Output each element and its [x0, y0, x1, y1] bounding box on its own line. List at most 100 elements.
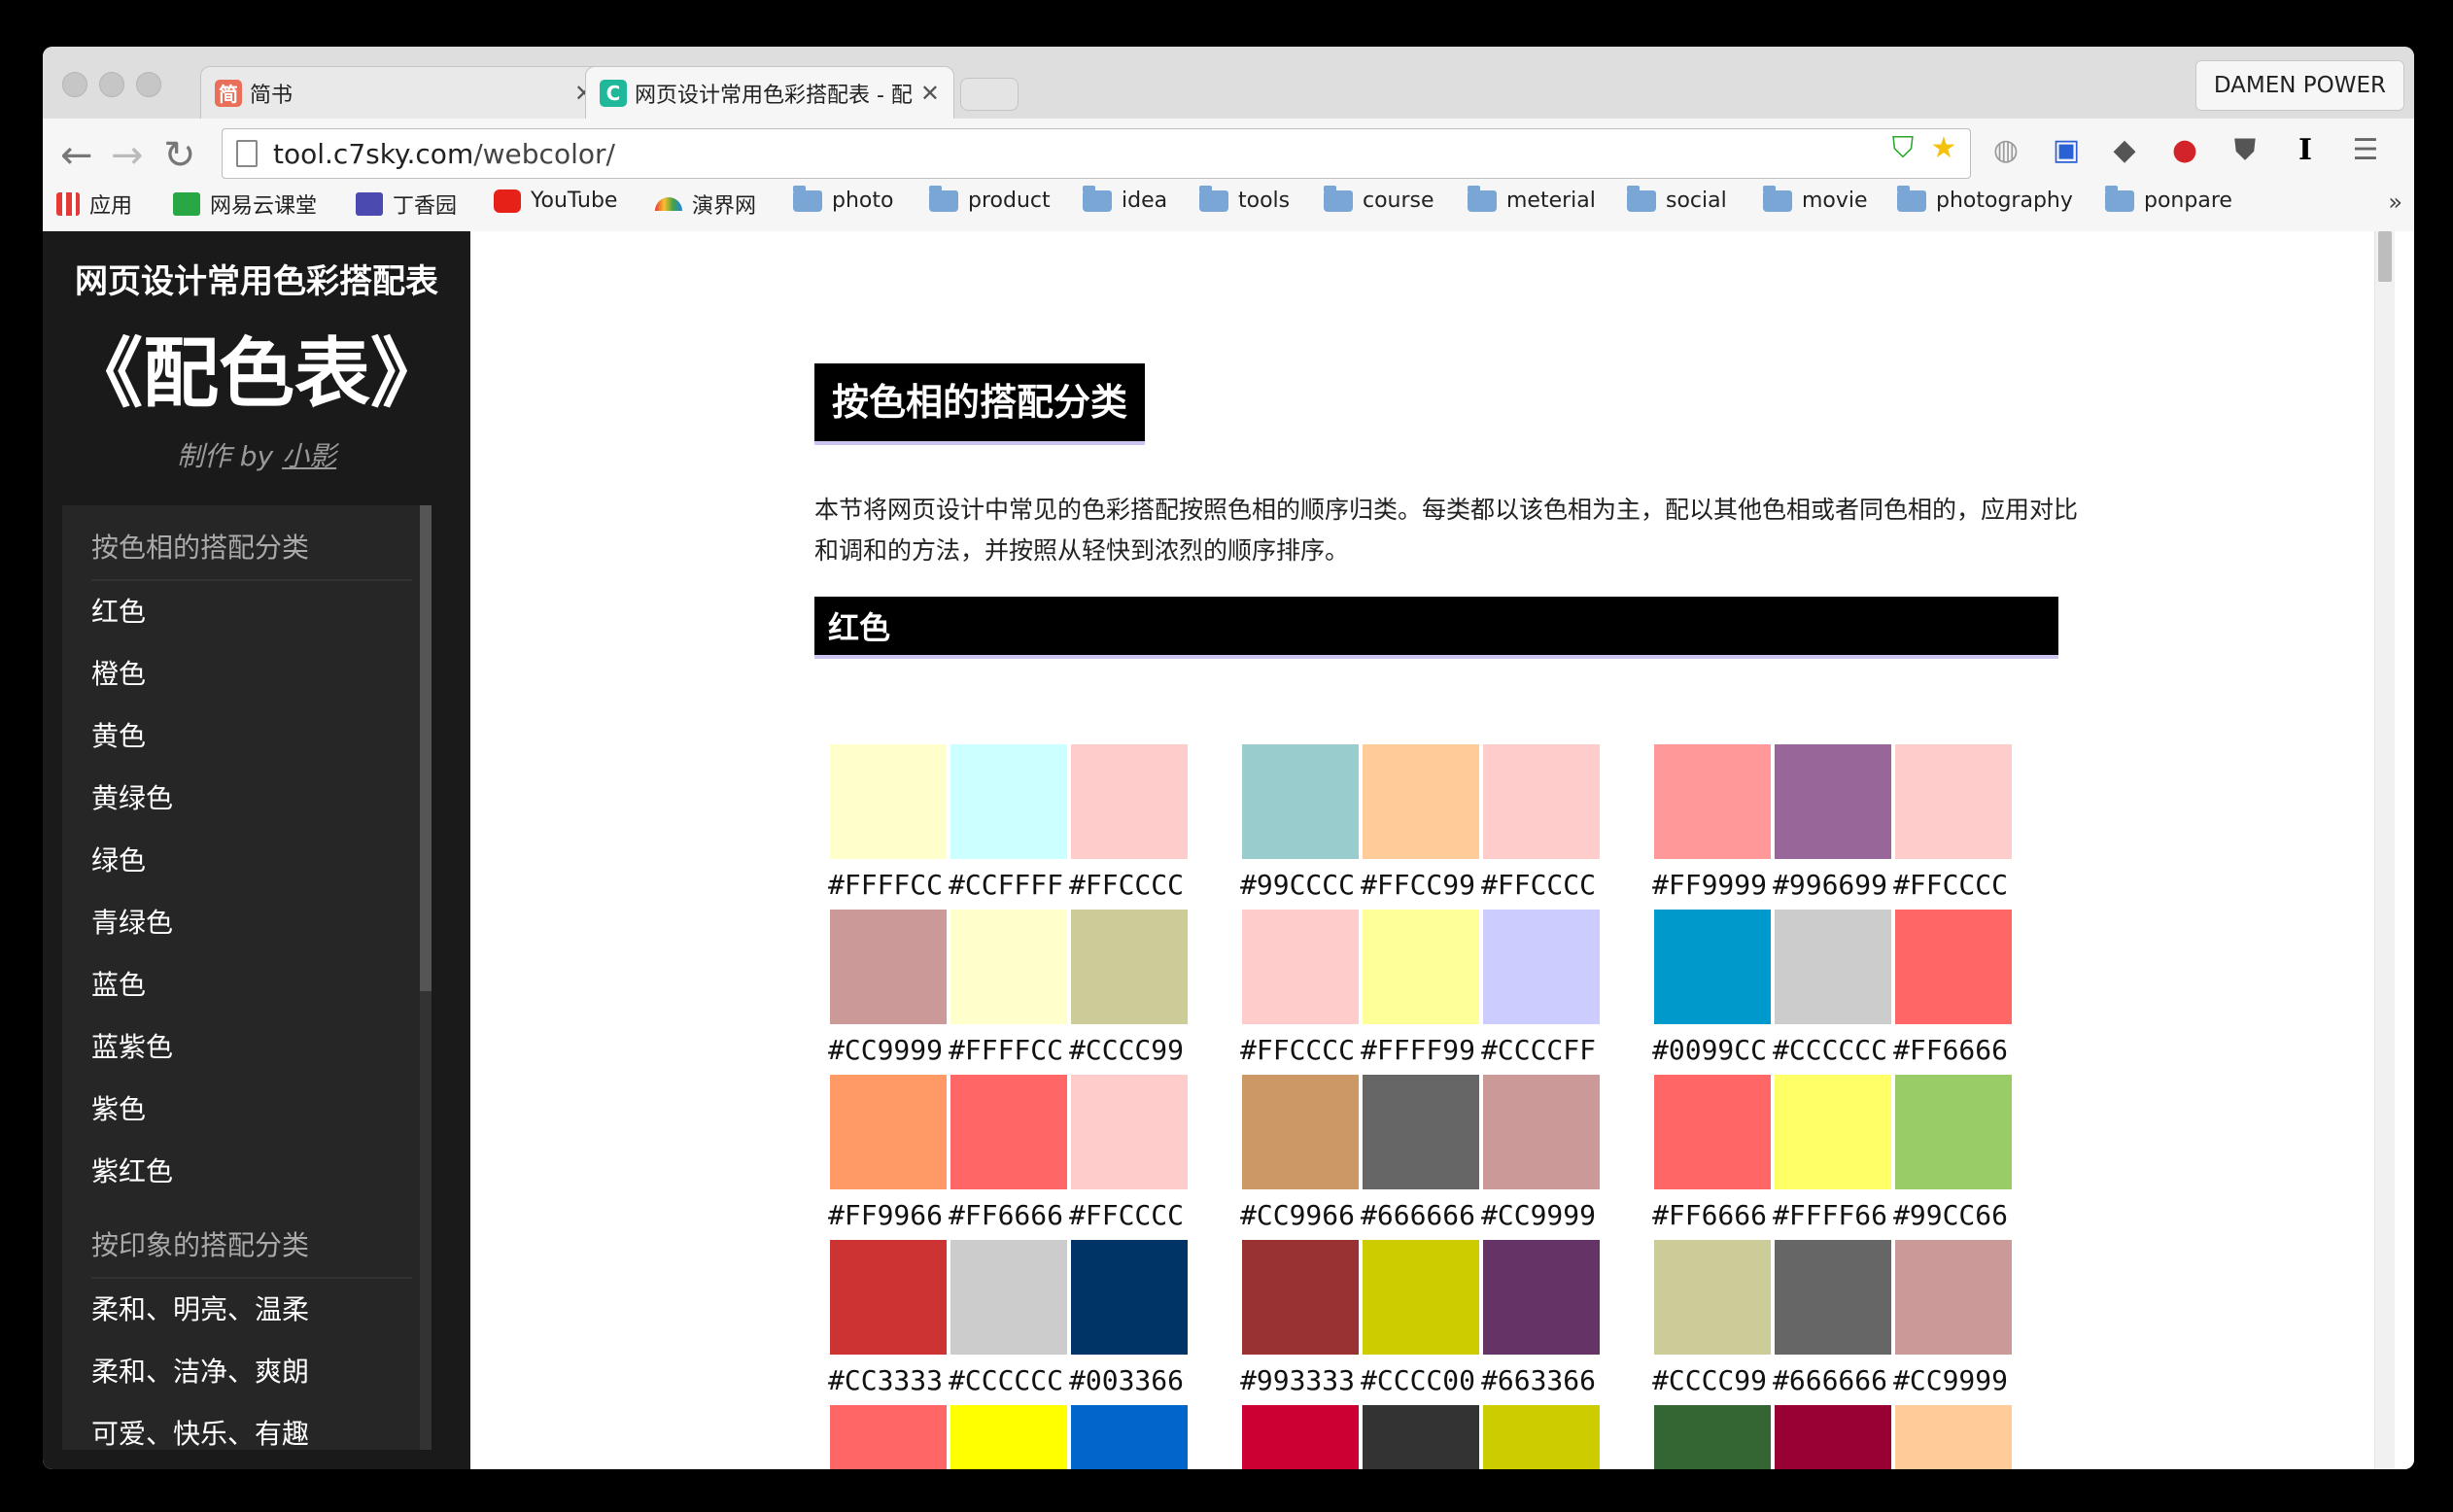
- new-tab-button[interactable]: [960, 78, 1019, 111]
- color-swatch[interactable]: [1654, 1405, 1771, 1469]
- color-swatch[interactable]: [950, 744, 1067, 859]
- color-swatch[interactable]: [1071, 1405, 1188, 1469]
- color-swatch[interactable]: [1242, 910, 1359, 1024]
- color-swatch[interactable]: [1483, 1405, 1600, 1469]
- close-tab-icon[interactable]: ✕: [920, 80, 940, 107]
- menu-item[interactable]: 青绿色: [91, 902, 173, 941]
- bookmark-meterial[interactable]: meterial: [1468, 185, 1596, 213]
- color-swatch[interactable]: [950, 1075, 1067, 1189]
- color-swatch[interactable]: [1895, 1240, 2012, 1355]
- menu-item[interactable]: 红色: [91, 591, 146, 630]
- pocket-icon[interactable]: ⛊: [2226, 130, 2264, 169]
- color-swatch[interactable]: [1483, 910, 1600, 1024]
- menu-item[interactable]: 橙色: [91, 653, 146, 692]
- color-swatch[interactable]: [950, 1240, 1067, 1355]
- color-swatch[interactable]: [1483, 1075, 1600, 1189]
- color-swatch[interactable]: [1363, 1240, 1479, 1355]
- bookmark-product[interactable]: product: [929, 185, 1051, 213]
- color-swatch[interactable]: [1242, 1240, 1359, 1355]
- minimize-window-button[interactable]: [99, 72, 124, 97]
- instapaper-icon[interactable]: I: [2286, 130, 2325, 169]
- bookmark-idea[interactable]: idea: [1083, 185, 1167, 213]
- color-swatch[interactable]: [1654, 1075, 1771, 1189]
- more-bookmarks-icon[interactable]: »: [2388, 189, 2402, 216]
- zoom-window-button[interactable]: [136, 72, 161, 97]
- color-swatch[interactable]: [1363, 910, 1479, 1024]
- menu-item[interactable]: 紫色: [91, 1088, 146, 1127]
- address-bar[interactable]: tool.c7sky.com/webcolor/: [222, 128, 1971, 179]
- color-swatch[interactable]: [1483, 744, 1600, 859]
- color-swatch[interactable]: [1895, 1075, 2012, 1189]
- bookmark-apps[interactable]: 应用: [56, 189, 132, 220]
- menu-icon[interactable]: ☰: [2346, 130, 2385, 169]
- color-swatch[interactable]: [1775, 1405, 1891, 1469]
- profile-button[interactable]: DAMEN POWER: [2194, 60, 2404, 111]
- bookmark-dxy[interactable]: 丁香园: [356, 189, 457, 220]
- tab-webcolor[interactable]: C 网页设计常用色彩搭配表 - 配 ✕: [585, 66, 954, 119]
- color-swatch[interactable]: [1071, 910, 1188, 1024]
- color-swatch[interactable]: [950, 910, 1067, 1024]
- page-scroll-thumb[interactable]: [2378, 231, 2392, 282]
- bookmark-star-icon[interactable]: ★: [1924, 128, 1963, 167]
- color-swatch[interactable]: [1242, 744, 1359, 859]
- bookmark-social[interactable]: social: [1627, 185, 1727, 213]
- color-swatch[interactable]: [1363, 744, 1479, 859]
- evernote-icon[interactable]: ◆: [2105, 130, 2144, 169]
- menu-scroll-thumb[interactable]: [420, 505, 432, 991]
- menu-item[interactable]: 柔和、洁净、爽朗: [91, 1351, 309, 1390]
- author-link[interactable]: 小影: [282, 440, 336, 472]
- color-swatch[interactable]: [1775, 1240, 1891, 1355]
- menu-item[interactable]: 可爱、快乐、有趣: [91, 1413, 309, 1450]
- bookmark-photo[interactable]: photo: [793, 185, 893, 213]
- menu-item[interactable]: 绿色: [91, 840, 146, 878]
- bookmark-netease[interactable]: 网易云课堂: [173, 189, 317, 220]
- color-swatch[interactable]: [830, 910, 947, 1024]
- color-swatch[interactable]: [1242, 1405, 1359, 1469]
- shield-extension-icon[interactable]: ⛉: [1883, 128, 1922, 167]
- menu-item[interactable]: 黄绿色: [91, 777, 173, 816]
- color-swatch[interactable]: [1775, 910, 1891, 1024]
- color-swatch[interactable]: [1242, 1075, 1359, 1189]
- forward-icon[interactable]: →: [111, 136, 144, 175]
- menu-item[interactable]: 柔和、明亮、温柔: [91, 1289, 309, 1327]
- color-swatch[interactable]: [830, 1240, 947, 1355]
- bookmark-ponpare[interactable]: ponpare: [2105, 185, 2232, 213]
- tab-jianshu[interactable]: 简 简书 ✕: [200, 66, 608, 119]
- menu-item[interactable]: 蓝紫色: [91, 1026, 173, 1065]
- page-scrollbar[interactable]: [2374, 231, 2395, 1469]
- pinterest-icon[interactable]: ●: [2165, 130, 2204, 169]
- bookmark-movie[interactable]: movie: [1763, 185, 1868, 213]
- menu-item[interactable]: 黄色: [91, 715, 146, 754]
- color-swatch[interactable]: [830, 1405, 947, 1469]
- globe-extension-icon[interactable]: ◍: [1987, 130, 2025, 169]
- bookmark-course[interactable]: course: [1324, 185, 1434, 213]
- baidu-paw-icon[interactable]: ▣: [2047, 130, 2086, 169]
- url-text[interactable]: tool.c7sky.com/webcolor/: [273, 138, 615, 170]
- color-swatch[interactable]: [1895, 744, 2012, 859]
- color-swatch[interactable]: [1071, 1075, 1188, 1189]
- color-swatch[interactable]: [1483, 1240, 1600, 1355]
- close-window-button[interactable]: [62, 72, 87, 97]
- color-swatch[interactable]: [1363, 1405, 1479, 1469]
- menu-scrollbar[interactable]: [420, 505, 432, 1450]
- color-swatch[interactable]: [950, 1405, 1067, 1469]
- color-swatch[interactable]: [1363, 1075, 1479, 1189]
- bookmark-tools[interactable]: tools: [1199, 185, 1290, 213]
- color-swatch[interactable]: [1654, 1240, 1771, 1355]
- color-swatch[interactable]: [1775, 1075, 1891, 1189]
- color-swatch[interactable]: [1654, 910, 1771, 1024]
- color-swatch[interactable]: [1071, 1240, 1188, 1355]
- color-swatch[interactable]: [1775, 744, 1891, 859]
- reload-icon[interactable]: ↻: [163, 136, 196, 175]
- color-swatch[interactable]: [1071, 744, 1188, 859]
- color-swatch[interactable]: [830, 1075, 947, 1189]
- color-swatch[interactable]: [1895, 1405, 2012, 1469]
- color-swatch[interactable]: [1654, 744, 1771, 859]
- bookmark-youtube[interactable]: YouTube: [494, 189, 617, 213]
- menu-item[interactable]: 紫红色: [91, 1151, 173, 1189]
- back-icon[interactable]: ←: [60, 136, 93, 175]
- color-swatch[interactable]: [1895, 910, 2012, 1024]
- menu-item[interactable]: 蓝色: [91, 964, 146, 1003]
- color-swatch[interactable]: [830, 744, 947, 859]
- bookmark-yanjie[interactable]: 演界网: [655, 189, 756, 220]
